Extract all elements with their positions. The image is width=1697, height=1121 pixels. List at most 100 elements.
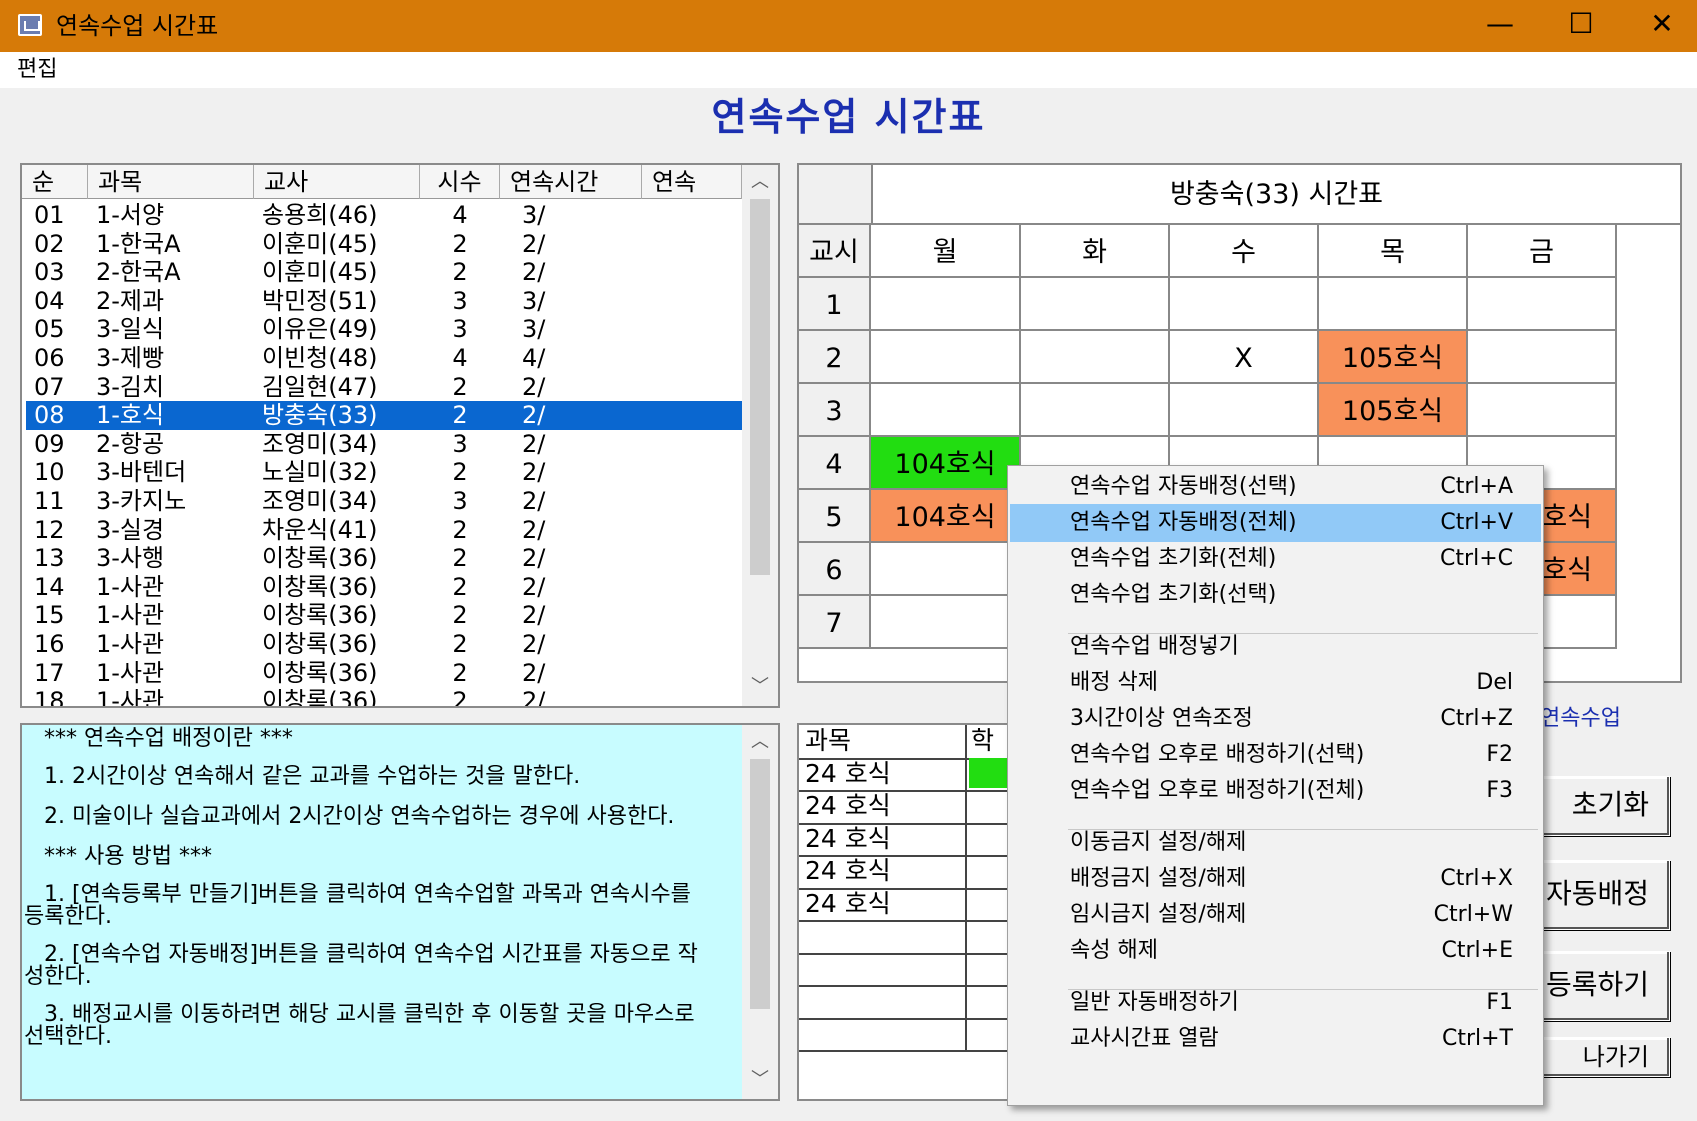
course-list[interactable]: 순 과목 교사 시수 연속시간 연속 01 1-서양 송용희(46) 4 3/02 1-한…: [20, 163, 780, 708]
context-menu-item[interactable]: 연속수업 자동배정(전체) Ctrl+V: [1010, 504, 1541, 542]
context-menu-item[interactable]: 교사시간표 열람 Ctrl+T: [1010, 1020, 1541, 1058]
consecutive-class-link[interactable]: 연속수업: [1540, 703, 1621, 735]
scroll-thumb[interactable]: [750, 199, 770, 575]
cell-hours: 3: [452, 286, 468, 315]
course-list-row[interactable]: 14 1-사관 이창록(36) 2 2/: [26, 573, 742, 602]
cell-consecutive: [642, 287, 742, 316]
cell-consecutive: [642, 315, 742, 344]
assignment-slots-table: 과목 학 24 호식 24 호식 24 호식 24 호식 24 호식: [797, 723, 1027, 1101]
slots-row[interactable]: 24 호식: [799, 757, 1025, 792]
course-list-scrollbar[interactable]: ︿ ﹀: [742, 165, 778, 706]
timetable-slot[interactable]: [1170, 384, 1319, 437]
timetable-slot[interactable]: [1319, 278, 1468, 331]
course-list-row[interactable]: 01 1-서양 송용희(46) 4 3/: [26, 201, 742, 230]
app-icon[interactable]: [18, 14, 42, 36]
timetable-slot[interactable]: X: [1170, 331, 1319, 384]
timetable-slot[interactable]: [871, 278, 1021, 331]
minimize-button[interactable]: —: [1460, 0, 1540, 50]
cell-subject: 1-사관: [96, 687, 165, 706]
context-menu-item[interactable]: 연속수업 오후로 배정하기(전체) F3: [1010, 772, 1541, 810]
cell-consecutive: [642, 401, 742, 430]
context-menu-item[interactable]: 연속수업 자동배정(선택) Ctrl+A: [1010, 468, 1541, 506]
menu-item-shortcut: Ctrl+T: [1441, 1026, 1513, 1051]
context-menu-item[interactable]: 배정금지 설정/해제 Ctrl+X: [1010, 860, 1541, 898]
context-menu-item[interactable]: 임시금지 설정/해제 Ctrl+W: [1010, 896, 1541, 934]
timetable-slot[interactable]: 105호식: [1319, 384, 1468, 437]
cell-hours: 2: [452, 687, 468, 706]
timetable-slot[interactable]: [1170, 278, 1319, 331]
cell-order: 09: [34, 429, 65, 458]
course-list-row[interactable]: 02 1-한국A 이훈미(45) 2 2/: [26, 230, 742, 259]
scroll-down-icon[interactable]: ﹀: [742, 1063, 778, 1097]
exit-button[interactable]: 나가기: [1540, 1037, 1670, 1077]
course-list-row[interactable]: 16 1-사관 이창록(36) 2 2/: [26, 630, 742, 659]
slots-row[interactable]: 24 호식: [799, 887, 1025, 922]
help-scrollbar[interactable]: ︿ ﹀: [742, 725, 778, 1099]
col-header-consecutive[interactable]: 연속: [642, 165, 742, 199]
timetable-slot[interactable]: [1468, 384, 1617, 437]
timetable-slot[interactable]: [871, 384, 1021, 437]
timetable-slot[interactable]: [1468, 278, 1617, 331]
course-list-row[interactable]: 06 3-제빵 이빈청(48) 4 4/: [26, 344, 742, 373]
help-line: *** 연속수업 배정이란 ***: [44, 726, 293, 751]
scroll-up-icon[interactable]: ︿: [742, 165, 778, 199]
slots-row[interactable]: 24 호식: [799, 822, 1025, 857]
course-list-row[interactable]: 15 1-사관 이창록(36) 2 2/: [26, 601, 742, 630]
scroll-up-icon[interactable]: ︿: [742, 725, 778, 759]
course-list-row[interactable]: 13 3-사행 이창록(36) 2 2/: [26, 544, 742, 573]
slots-row[interactable]: [799, 952, 1025, 987]
course-list-row[interactable]: 10 3-바텐더 노실미(32) 2 2/: [26, 458, 742, 487]
course-list-row[interactable]: 05 3-일식 이유은(49) 3 3/: [26, 315, 742, 344]
course-list-row[interactable]: 18 1-사관 이창록(36) 2 2/: [26, 687, 742, 706]
slots-subject: [799, 920, 967, 953]
cell-order: 13: [34, 544, 65, 573]
close-button[interactable]: ✕: [1622, 0, 1697, 50]
slots-row[interactable]: 24 호식: [799, 790, 1025, 825]
context-menu-item[interactable]: 연속수업 배정넣기: [1010, 628, 1541, 666]
menu-item-shortcut: Ctrl+E: [1441, 938, 1513, 963]
timetable-slot[interactable]: 105호식: [1319, 331, 1468, 384]
scroll-down-icon[interactable]: ﹀: [742, 670, 778, 704]
cell-order: 06: [34, 344, 65, 372]
col-header-order[interactable]: 순: [22, 165, 88, 199]
course-list-row[interactable]: 04 2-제과 박민정(51) 3 3/: [26, 287, 742, 316]
cell-order: 18: [34, 687, 65, 706]
course-list-row[interactable]: 11 3-카지노 조영미(34) 3 2/: [26, 487, 742, 516]
slots-row[interactable]: [799, 985, 1025, 1020]
timetable-slot[interactable]: [871, 331, 1021, 384]
col-header-consecutive-hours[interactable]: 연속시간: [500, 165, 642, 199]
context-menu-item[interactable]: 연속수업 오후로 배정하기(선택) F2: [1010, 736, 1541, 774]
course-list-row[interactable]: 09 2-항공 조영미(34) 3 2/: [26, 430, 742, 459]
timetable-slot[interactable]: [1021, 278, 1170, 331]
slots-row[interactable]: [799, 1017, 1025, 1052]
scroll-thumb[interactable]: [750, 759, 770, 1009]
timetable-slot[interactable]: [1021, 331, 1170, 384]
context-menu-item[interactable]: 3시간이상 연속조정 Ctrl+Z: [1010, 700, 1541, 738]
timetable-slot[interactable]: [871, 543, 1021, 596]
context-menu-item[interactable]: 배정 삭제 Del: [1010, 664, 1541, 702]
timetable-slot[interactable]: [871, 596, 1021, 649]
context-menu-item[interactable]: 이동금지 설정/해제: [1010, 824, 1541, 862]
period-header: 교시: [799, 225, 871, 278]
menu-item-label: 교사시간표 열람: [1070, 1026, 1219, 1051]
context-menu-item[interactable]: 일반 자동배정하기 F1: [1010, 984, 1541, 1022]
timetable-slot[interactable]: 104호식: [871, 490, 1021, 543]
context-menu-item[interactable]: 속성 해제 Ctrl+E: [1010, 932, 1541, 970]
menu-edit[interactable]: 편집: [17, 56, 57, 84]
course-list-row[interactable]: 03 2-한국A 이훈미(45) 2 2/: [26, 258, 742, 287]
course-list-row[interactable]: 07 3-김치 김일현(47) 2 2/: [26, 373, 742, 402]
timetable-slot[interactable]: [1021, 384, 1170, 437]
col-header-teacher[interactable]: 교사: [254, 165, 420, 199]
col-header-hours[interactable]: 시수: [420, 165, 500, 199]
course-list-row[interactable]: 08 1-호식 방충숙(33) 2 2/: [25, 400, 742, 431]
context-menu-item[interactable]: 연속수업 초기화(전체) Ctrl+C: [1010, 540, 1541, 578]
timetable-slot[interactable]: 104호식: [871, 437, 1021, 490]
course-list-row[interactable]: 12 3-실경 차운식(41) 2 2/: [26, 516, 742, 545]
course-list-row[interactable]: 17 1-사관 이창록(36) 2 2/: [26, 659, 742, 688]
slots-row[interactable]: [799, 920, 1025, 955]
col-header-subject[interactable]: 과목: [88, 165, 254, 199]
timetable-slot[interactable]: [1468, 331, 1617, 384]
context-menu-item[interactable]: 연속수업 초기화(선택): [1010, 576, 1541, 614]
maximize-button[interactable]: ☐: [1541, 0, 1621, 50]
slots-row[interactable]: 24 호식: [799, 855, 1025, 890]
